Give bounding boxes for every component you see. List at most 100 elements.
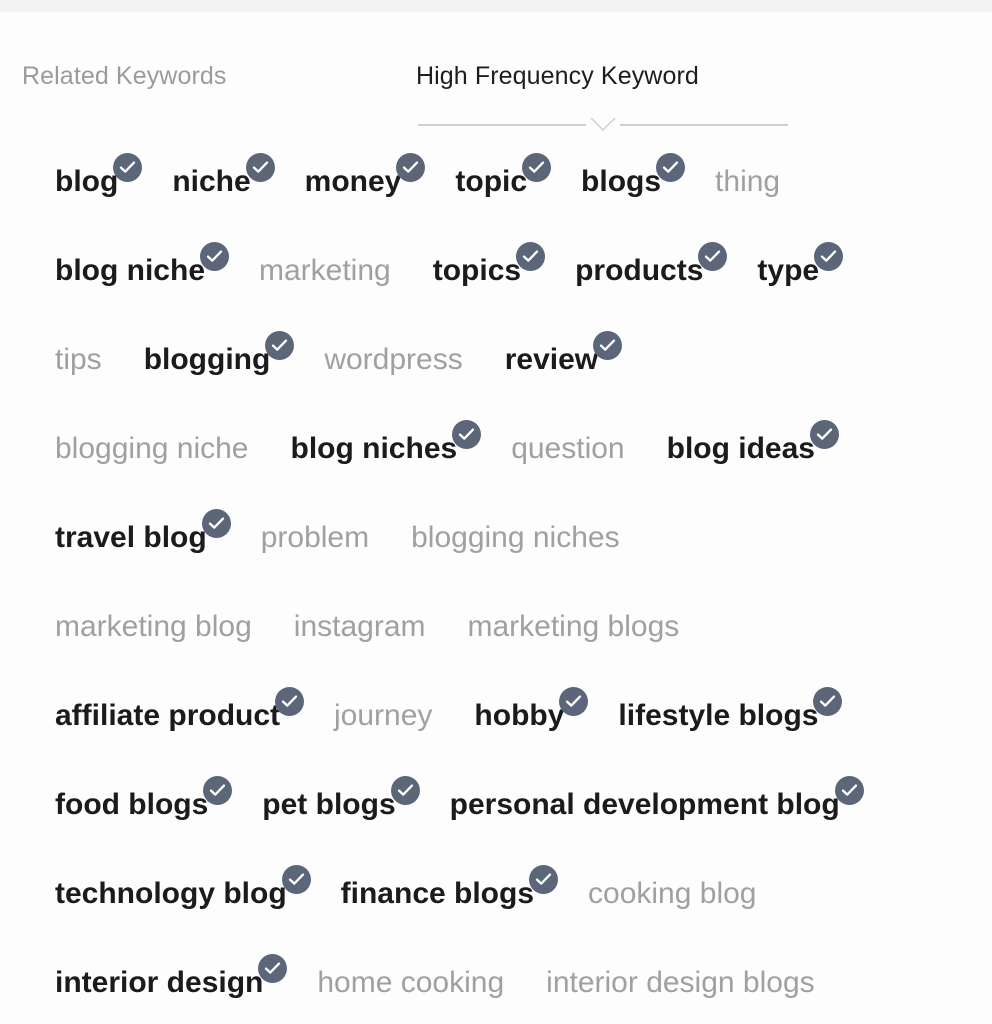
keyword-label: journey [334, 699, 433, 732]
keyword-selected-badge[interactable] [275, 687, 305, 716]
keyword-selected-badge[interactable] [813, 687, 843, 716]
keyword-selected-badge[interactable] [522, 153, 552, 182]
keyword-chip[interactable]: marketing blogs [468, 612, 680, 664]
check-icon [535, 873, 552, 885]
keyword-selected-badge[interactable] [814, 242, 844, 271]
keyword-chip[interactable]: technology blog [55, 865, 311, 931]
keyword-row: affiliate product journey hobby lifestyle b… [0, 664, 992, 753]
keyword-label: lifestyle blogs [618, 699, 819, 732]
keyword-chip[interactable]: blogging [144, 331, 295, 397]
keyword-chip[interactable]: interior design [55, 954, 288, 1020]
tab-high-frequency-keyword[interactable]: High Frequency Keyword [416, 62, 699, 91]
keyword-chip[interactable]: travel blog [55, 509, 231, 575]
keyword-label: technology blog [55, 877, 287, 910]
keyword-selected-badge[interactable] [452, 420, 482, 449]
keyword-selected-badge[interactable] [593, 331, 623, 360]
keyword-chip[interactable]: blogging niche [55, 434, 249, 486]
keyword-selected-badge[interactable] [200, 242, 229, 271]
keyword-label: affiliate product [55, 699, 281, 732]
keyword-row: blogging niche blog niches question blog id… [0, 397, 992, 486]
keyword-chip[interactable]: marketing [259, 256, 391, 308]
keyword-chip[interactable]: blog niches [291, 420, 482, 486]
keyword-selected-badge[interactable] [390, 776, 420, 805]
keyword-selected-badge[interactable] [656, 153, 686, 182]
keyword-chip[interactable]: money [304, 153, 426, 219]
keyword-selected-badge[interactable] [516, 242, 546, 271]
keyword-selected-badge[interactable] [245, 153, 275, 182]
keyword-chip[interactable]: marketing blog [55, 612, 252, 664]
keyword-label: blogging niches [411, 521, 620, 554]
keyword-selected-badge[interactable] [834, 776, 864, 805]
keyword-label: interior design blogs [546, 966, 815, 999]
keyword-selected-badge[interactable] [396, 153, 426, 182]
keyword-chip[interactable]: hobby [474, 687, 589, 753]
keyword-chip[interactable]: affiliate product [55, 687, 305, 753]
keyword-row: blog niche marketing topics products type [0, 219, 992, 308]
keyword-chip[interactable]: blogging niches [411, 523, 620, 575]
keyword-chip[interactable]: home cooking [317, 968, 504, 1020]
check-icon [120, 161, 136, 173]
keyword-chip[interactable]: tips [55, 345, 102, 397]
keyword-panel: Related Keywords High Frequency Keyword … [0, 0, 992, 1024]
keyword-chip[interactable]: finance blogs [341, 865, 559, 931]
keyword-label: review [504, 343, 599, 376]
keyword-selected-badge[interactable] [281, 865, 311, 894]
keyword-chip[interactable]: personal development blog [450, 776, 864, 842]
keyword-chip[interactable]: blog niche [55, 242, 229, 308]
keyword-chip[interactable]: topics [433, 242, 546, 308]
keyword-chip[interactable]: food blogs [55, 776, 233, 842]
keyword-label: marketing blogs [467, 610, 680, 643]
keyword-label: food blogs [55, 788, 209, 821]
keyword-selected-badge[interactable] [559, 687, 589, 716]
keyword-selected-badge[interactable] [698, 242, 728, 271]
keyword-label: tips [55, 343, 102, 376]
keyword-chip[interactable]: blog [55, 153, 143, 219]
indicator-line-left [418, 124, 586, 126]
keyword-chip[interactable]: pet blogs [262, 776, 420, 842]
check-icon [272, 339, 288, 351]
keyword-row: marketing blog instagram marketing blogs [0, 575, 992, 664]
keyword-chip[interactable]: blogs [581, 153, 686, 219]
keyword-row: interior design home cooking interior desi… [0, 931, 992, 1020]
indicator-line-right [620, 124, 788, 126]
keyword-chip[interactable]: niche [172, 153, 275, 219]
keyword-chip[interactable]: journey [334, 701, 432, 753]
keyword-selected-badge[interactable] [258, 954, 288, 983]
tab-related-keywords[interactable]: Related Keywords [22, 62, 226, 91]
keyword-label: money [304, 165, 402, 198]
keyword-selected-badge[interactable] [529, 865, 559, 894]
keyword-rows: blog niche money topic blogs thing blog niche m… [0, 130, 992, 1020]
check-icon [528, 161, 545, 173]
keyword-label: blog ideas [666, 432, 815, 465]
keyword-selected-badge[interactable] [203, 776, 233, 805]
keyword-label: travel blog [55, 521, 207, 554]
keyword-chip[interactable]: instagram [294, 612, 426, 664]
keyword-chip[interactable]: wordpress [324, 345, 462, 397]
keyword-chip[interactable]: products [575, 242, 728, 308]
keyword-label: cooking blog [588, 877, 757, 910]
keyword-chip[interactable]: interior design blogs [546, 968, 815, 1020]
check-icon [281, 695, 298, 707]
keyword-chip[interactable]: thing [715, 167, 780, 219]
keyword-chip[interactable]: topic [455, 153, 552, 219]
check-icon [566, 695, 582, 707]
keyword-chip[interactable]: cooking blog [588, 879, 756, 931]
keyword-chip[interactable]: lifestyle blogs [618, 687, 843, 753]
tab-bar: Related Keywords High Frequency Keyword [0, 12, 992, 131]
keyword-chip[interactable]: type [757, 242, 844, 308]
keyword-label: home cooking [317, 966, 505, 999]
keyword-selected-badge[interactable] [113, 153, 143, 182]
keyword-chip[interactable]: blog ideas [666, 420, 839, 486]
keyword-selected-badge[interactable] [809, 420, 839, 449]
check-icon [206, 250, 223, 262]
keyword-label: blogging niche [55, 432, 249, 465]
keyword-row: travel blog problem blogging niches [0, 486, 992, 575]
keyword-chip[interactable]: problem [261, 523, 369, 575]
keyword-selected-badge[interactable] [265, 331, 295, 360]
keyword-chip[interactable]: question [511, 434, 624, 486]
check-icon [403, 161, 419, 173]
keyword-chip[interactable]: review [504, 331, 623, 397]
keyword-selected-badge[interactable] [201, 509, 231, 538]
keyword-label: type [757, 254, 820, 287]
keyword-row: tips blogging wordpress review [0, 308, 992, 397]
